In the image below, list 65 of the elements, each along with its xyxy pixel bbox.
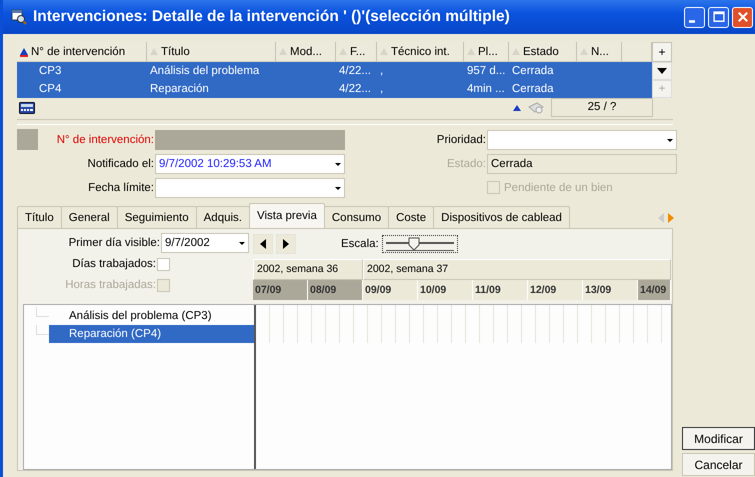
day-header: 11/09 — [473, 280, 528, 300]
left-arrow-icon — [259, 239, 267, 249]
column-header[interactable]: Estado — [509, 42, 577, 62]
add-column-button[interactable]: + — [652, 42, 672, 62]
day-header: 08/09 — [308, 280, 363, 300]
scroll-down-button[interactable] — [652, 62, 672, 80]
keyboard-icon[interactable] — [19, 102, 35, 114]
record-counter: 25 / ? — [551, 98, 653, 117]
column-header[interactable]: Técnico int. — [377, 42, 464, 62]
day-header: 12/09 — [528, 280, 583, 300]
scale-slider[interactable] — [382, 235, 458, 253]
column-header[interactable]: Título — [147, 42, 276, 62]
day-header: 13/09 — [583, 280, 638, 300]
right-arrow-icon — [282, 239, 290, 249]
tree-item[interactable]: Análisis del problema (CP3) — [49, 307, 254, 325]
list-row[interactable]: CP4 Reparación 4/22... , 4min ... Cerrada — [17, 80, 652, 98]
dialog-button[interactable]: Cancelar — [682, 453, 755, 476]
days-worked-checkbox[interactable] — [157, 258, 170, 270]
field-label: Primer día visible: — [68, 237, 160, 249]
notified-date-field[interactable]: 9/7/2002 10:29:53 AM — [155, 154, 345, 174]
day-header: 14/09 — [638, 280, 671, 300]
column-header[interactable]: N... — [577, 42, 622, 62]
deadline-field[interactable] — [155, 178, 345, 198]
maximize-icon — [712, 10, 726, 24]
field-label: Prioridad: — [436, 134, 486, 146]
sort-up-icon[interactable] — [513, 104, 521, 110]
first-day-field[interactable]: 9/7/2002 — [161, 233, 249, 253]
window-title: Intervenciones: Detalle de la intervención ' ()'(selección múltiple) — [33, 8, 510, 26]
day-header: 07/09 — [253, 280, 308, 300]
tab[interactable]: Dispositivos de cablead — [433, 206, 570, 228]
day-header: 09/09 — [363, 280, 418, 300]
minimize-icon — [688, 20, 694, 22]
field-label: Días trabajados: — [72, 258, 156, 270]
down-arrow-icon — [657, 68, 667, 74]
column-header[interactable]: N° de intervención — [17, 42, 147, 62]
field-label: Notificado el: — [88, 158, 154, 170]
intervention-number-field[interactable] — [155, 130, 345, 150]
week-header: 2002, semana 37 — [363, 259, 671, 280]
minimize-button[interactable] — [684, 6, 705, 28]
field-label: Escala: — [341, 238, 379, 250]
tab[interactable]: Vista previa — [248, 203, 325, 228]
field-label: Fecha límite: — [88, 182, 154, 194]
list-row[interactable]: CP3 Análisis del problema 4/22... , 957 d... Cerrada — [17, 62, 652, 80]
tree-item[interactable]: Reparación (CP4) — [49, 325, 254, 343]
priority-field[interactable] — [487, 130, 677, 150]
status-field: Cerrada — [487, 154, 677, 174]
previous-button[interactable] — [253, 234, 273, 254]
record-swatch — [17, 129, 38, 150]
close-icon — [736, 10, 750, 24]
close-button[interactable] — [732, 6, 753, 28]
field-label: Horas trabajadas: — [65, 279, 156, 291]
slider-thumb[interactable] — [408, 237, 420, 251]
column-header[interactable]: Mod... — [276, 42, 336, 62]
tab[interactable]: Título — [17, 206, 62, 228]
column-header[interactable]: Pl... — [464, 42, 509, 62]
column-header — [622, 42, 652, 62]
column-header[interactable]: F... — [336, 42, 377, 62]
day-header: 10/09 — [418, 280, 473, 300]
week-header: 2002, semana 36 — [253, 259, 363, 280]
dialog-button[interactable]: Modificar — [682, 427, 755, 450]
field-label: Estado: — [447, 158, 486, 170]
maximize-button[interactable] — [708, 6, 729, 28]
window-search-icon — [11, 9, 27, 25]
next-button[interactable] — [276, 234, 296, 254]
field-label: N° de intervención: — [56, 134, 154, 146]
